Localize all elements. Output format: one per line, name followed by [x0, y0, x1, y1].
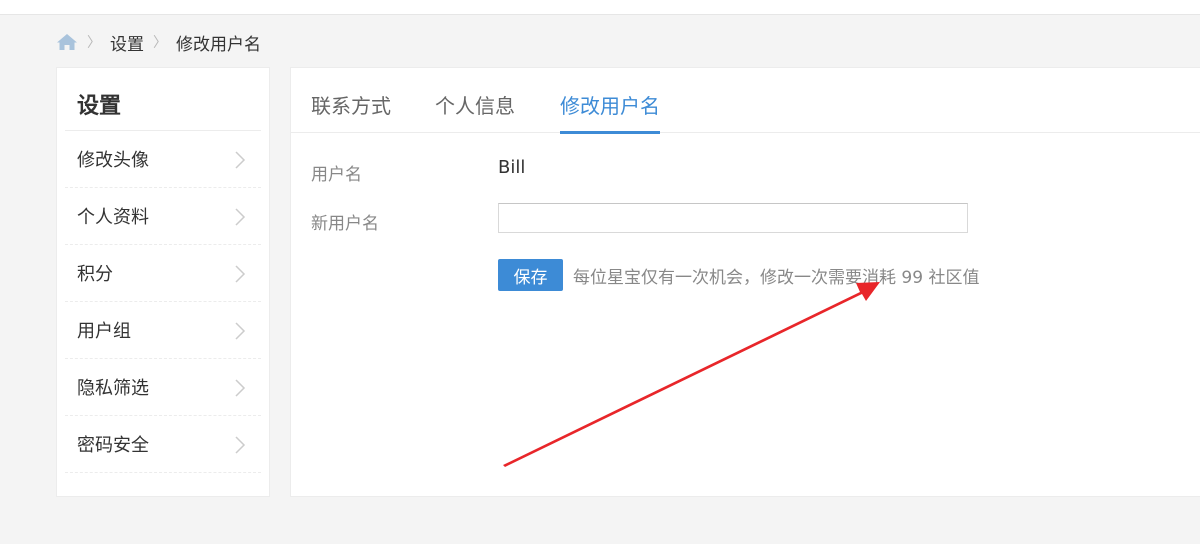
breadcrumb-current: 修改用户名 — [176, 34, 261, 55]
breadcrumb: 〉 设置 〉 修改用户名 — [56, 30, 261, 55]
chevron-right-icon: 〉 — [153, 35, 167, 51]
chevron-right-icon — [235, 436, 246, 454]
sidebar-item-avatar[interactable]: 修改头像 — [65, 131, 261, 188]
settings-sidebar: 设置 修改头像 个人资料 积分 用户组 隐私筛选 密码安全 — [56, 67, 270, 497]
breadcrumb-settings[interactable]: 设置 — [110, 30, 144, 55]
sidebar-item-label: 修改头像 — [77, 150, 149, 171]
main-panel: 联系方式 个人信息 修改用户名 用户名 Bill 新用户名 保存 每位星宝仅有一… — [290, 67, 1200, 497]
save-button[interactable]: 保存 — [498, 259, 563, 291]
chevron-right-icon — [235, 322, 246, 340]
sidebar-item-privacy[interactable]: 隐私筛选 — [65, 359, 261, 416]
chevron-right-icon — [235, 265, 246, 283]
chevron-right-icon — [235, 208, 246, 226]
sidebar-item-usergroup[interactable]: 用户组 — [65, 302, 261, 359]
sidebar-item-password[interactable]: 密码安全 — [65, 416, 261, 473]
top-bar — [0, 0, 1200, 15]
sidebar-item-label: 积分 — [77, 264, 113, 285]
sidebar-item-label: 用户组 — [77, 321, 131, 342]
sidebar-item-label: 密码安全 — [77, 435, 149, 456]
chevron-right-icon: 〉 — [87, 35, 101, 51]
sidebar-item-profile[interactable]: 个人资料 — [65, 188, 261, 245]
tab-personal-info[interactable]: 个人信息 — [435, 90, 515, 131]
sidebar-title: 设置 — [77, 94, 122, 119]
chevron-right-icon — [235, 379, 246, 397]
chevron-right-icon — [235, 151, 246, 169]
new-username-input[interactable] — [498, 203, 968, 233]
sidebar-item-label: 隐私筛选 — [77, 378, 149, 399]
tab-change-username[interactable]: 修改用户名 — [560, 90, 660, 134]
username-value: Bill — [498, 157, 526, 178]
tab-bar: 联系方式 个人信息 修改用户名 — [291, 68, 1200, 134]
home-icon[interactable] — [56, 33, 78, 51]
tab-contact[interactable]: 联系方式 — [311, 90, 391, 131]
new-username-label: 新用户名 — [311, 214, 379, 234]
sidebar-item-label: 个人资料 — [77, 207, 149, 228]
change-cost-hint: 每位星宝仅有一次机会，修改一次需要消耗 99 社区值 — [573, 268, 980, 288]
sidebar-item-points[interactable]: 积分 — [65, 245, 261, 302]
username-label: 用户名 — [311, 165, 362, 185]
